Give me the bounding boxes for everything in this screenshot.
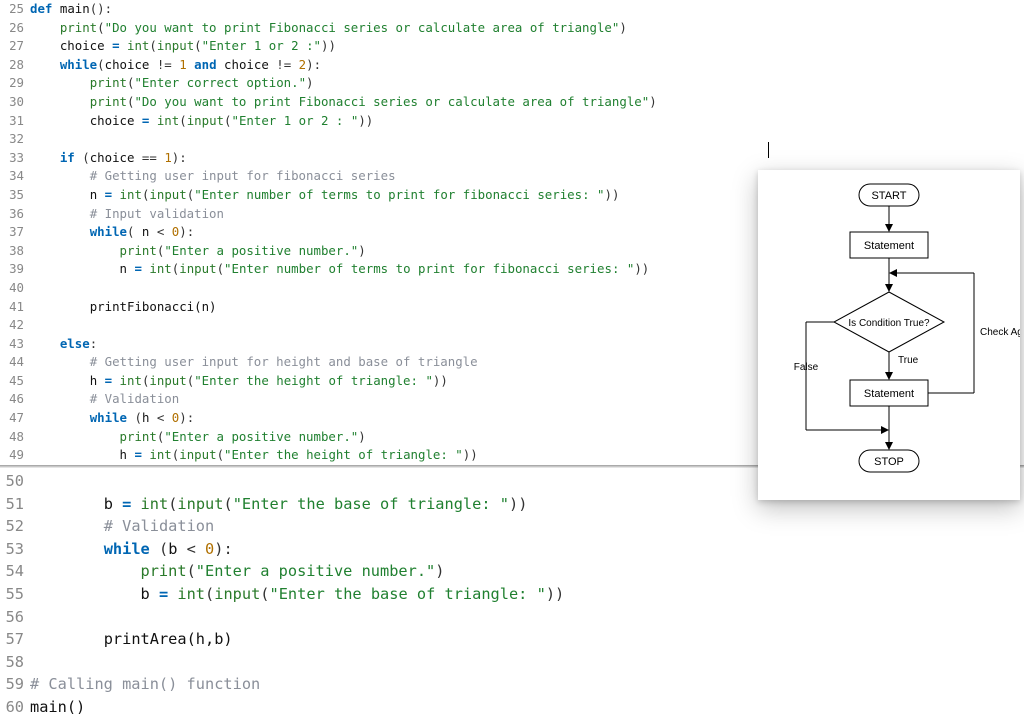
line-number: 51: [0, 493, 24, 516]
line-number: 53: [0, 538, 24, 561]
code-line[interactable]: def main():: [30, 0, 1024, 19]
flowchart-condition-label: Is Condition True?: [848, 318, 930, 329]
code-line[interactable]: # Validation: [30, 515, 1024, 538]
code-line[interactable]: [30, 606, 1024, 629]
code-line[interactable]: [30, 651, 1024, 674]
line-number: 47: [0, 409, 24, 428]
line-number: 36: [0, 205, 24, 224]
line-number: 48: [0, 428, 24, 447]
line-number: 27: [0, 37, 24, 56]
line-number: 42: [0, 316, 24, 335]
line-number: 32: [0, 130, 24, 149]
line-number: 58: [0, 651, 24, 674]
line-number: 49: [0, 446, 24, 465]
line-number: 43: [0, 335, 24, 354]
line-number: 40: [0, 279, 24, 298]
flowchart-true-label: True: [898, 355, 919, 366]
code-line[interactable]: choice = int(input("Enter 1 or 2 :")): [30, 37, 1024, 56]
code-line[interactable]: while (b < 0):: [30, 538, 1024, 561]
code-line[interactable]: choice = int(input("Enter 1 or 2 : ")): [30, 112, 1024, 131]
text-cursor: [768, 142, 769, 158]
line-number: 52: [0, 515, 24, 538]
code-line[interactable]: while(choice != 1 and choice != 2):: [30, 56, 1024, 75]
flowchart-start-label: START: [871, 190, 906, 202]
line-number: 38: [0, 242, 24, 261]
line-number: 55: [0, 583, 24, 606]
line-number: 39: [0, 260, 24, 279]
line-number: 28: [0, 56, 24, 75]
line-number: 41: [0, 298, 24, 317]
flowchart-stop-label: STOP: [874, 456, 904, 468]
line-number: 26: [0, 19, 24, 38]
line-gutter-bottom: 5051525354555657585960: [0, 470, 30, 719]
line-number: 35: [0, 186, 24, 205]
line-number: 37: [0, 223, 24, 242]
code-line[interactable]: printArea(h,b): [30, 628, 1024, 651]
line-number: 31: [0, 112, 24, 131]
line-gutter-top: 2526272829303132333435363738394041424344…: [0, 0, 30, 465]
line-number: 60: [0, 696, 24, 719]
line-number: 56: [0, 606, 24, 629]
line-number: 46: [0, 390, 24, 409]
line-number: 30: [0, 93, 24, 112]
flowchart-statement2-label: Statement: [864, 388, 914, 400]
line-number: 25: [0, 0, 24, 19]
code-line[interactable]: b = int(input("Enter the base of triangl…: [30, 583, 1024, 606]
line-number: 45: [0, 372, 24, 391]
code-line[interactable]: print("Do you want to print Fibonacci se…: [30, 19, 1024, 38]
line-number: 44: [0, 353, 24, 372]
line-number: 33: [0, 149, 24, 168]
code-line[interactable]: if (choice == 1):: [30, 149, 1024, 168]
line-number: 57: [0, 628, 24, 651]
line-number: 54: [0, 560, 24, 583]
line-number: 50: [0, 470, 24, 493]
flowchart-statement1-label: Statement: [864, 240, 914, 252]
code-line[interactable]: main(): [30, 696, 1024, 719]
code-line[interactable]: print("Enter a positive number."): [30, 560, 1024, 583]
code-line[interactable]: print("Do you want to print Fibonacci se…: [30, 93, 1024, 112]
code-area-bottom[interactable]: b = int(input("Enter the base of triangl…: [30, 470, 1024, 719]
code-line[interactable]: [30, 130, 1024, 149]
line-number: 29: [0, 74, 24, 93]
line-number: 34: [0, 167, 24, 186]
code-line[interactable]: print("Enter correct option."): [30, 74, 1024, 93]
flowchart-check-again-label: Check Again: [980, 327, 1020, 338]
flowchart-image: START Statement Is Condition True? True …: [758, 170, 1020, 500]
